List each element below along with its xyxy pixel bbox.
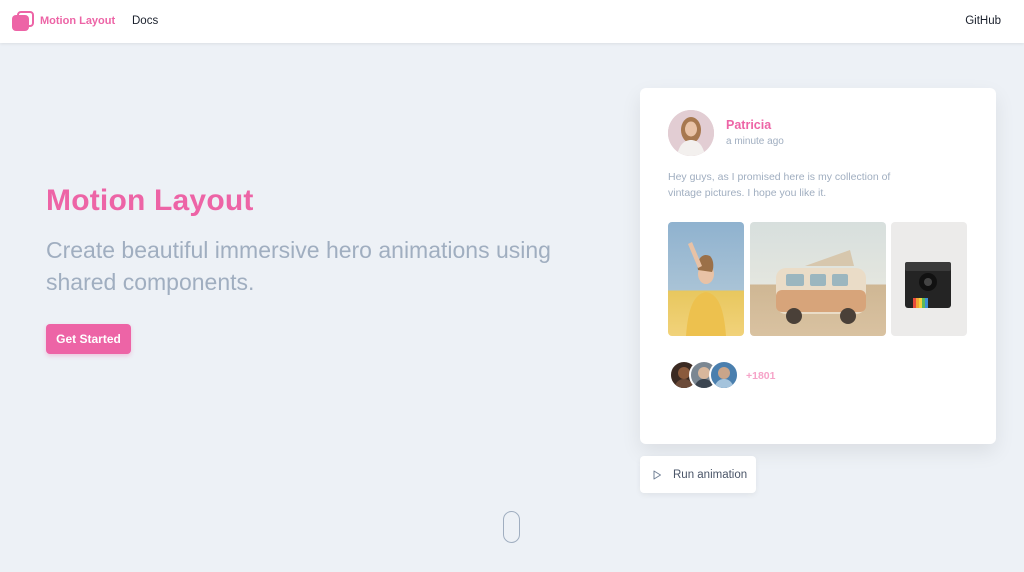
run-animation-button[interactable]: Run animation [640,456,756,493]
logo-icon [12,11,34,31]
mouse-scroll-icon [503,511,520,543]
author-avatar [668,110,714,156]
brand-name: Motion Layout [40,15,116,27]
run-animation-label: Run animation [673,468,748,481]
post-card[interactable]: Patricia a minute ago Hey guys, as I pro… [640,88,996,444]
play-icon [652,470,662,480]
woman-in-yellow-photo[interactable] [668,222,744,336]
nav-link-github[interactable]: GitHub [965,15,1001,27]
friend-avatar [709,360,739,390]
navbar: Motion Layout Docs GitHub [0,0,1024,43]
hero-title: Motion Layout [46,184,254,217]
get-started-button[interactable]: Get Started [46,324,131,354]
vintage-van-photo[interactable] [750,222,886,336]
author-name[interactable]: Patricia [726,118,771,132]
friends-count[interactable]: +1801 [746,370,776,382]
post-text: Hey guys, as I promised here is my colle… [668,171,891,199]
post-time: a minute ago [726,136,784,147]
hero-subtitle: Create beautiful immersive hero animatio… [46,237,551,295]
brand-link[interactable]: Motion Layout [12,11,115,31]
nav-link-docs[interactable]: Docs [132,15,158,27]
polaroid-camera-photo[interactable] [891,222,967,336]
